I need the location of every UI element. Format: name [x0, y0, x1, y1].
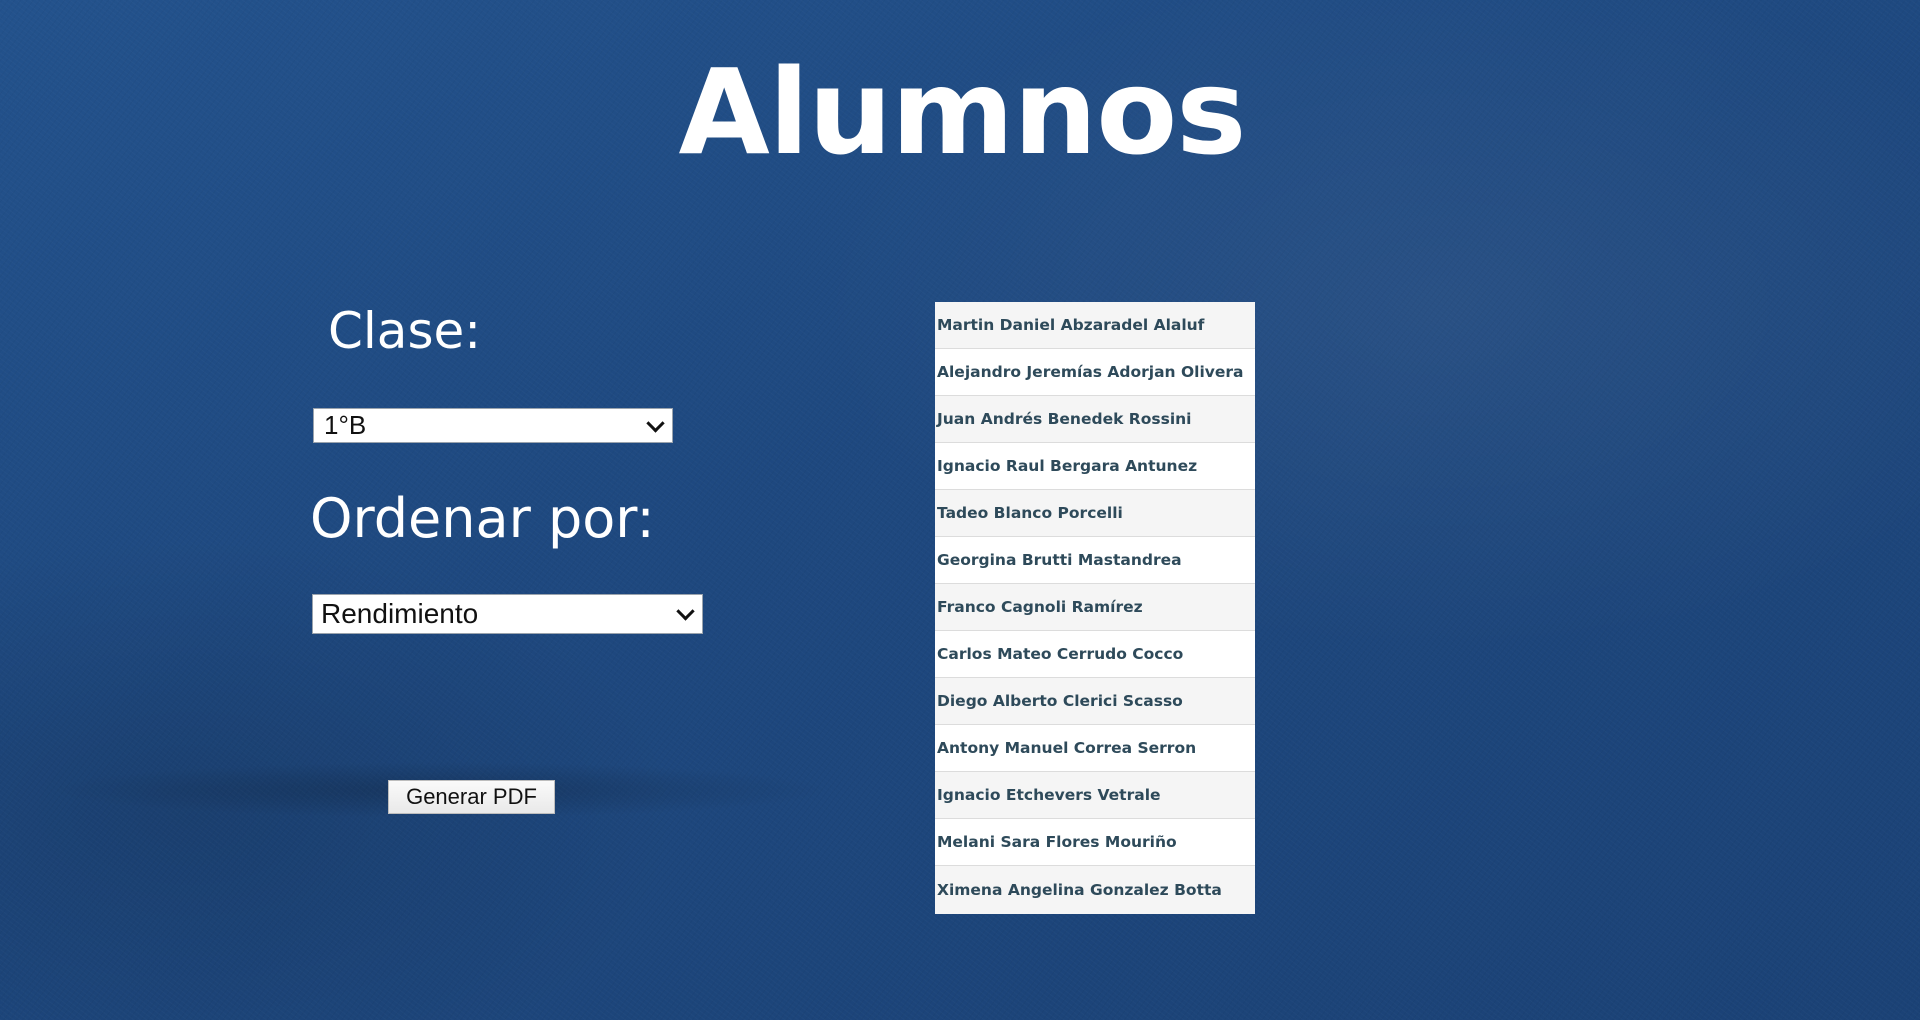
student-item[interactable]: Carlos Mateo Cerrudo Cocco — [935, 631, 1255, 678]
student-list: Martin Daniel Abzaradel Alaluf Alejandro… — [935, 302, 1255, 914]
student-item[interactable]: Ximena Angelina Gonzalez Botta — [935, 866, 1255, 914]
student-item[interactable]: Franco Cagnoli Ramírez — [935, 584, 1255, 631]
student-item[interactable]: Diego Alberto Clerici Scasso — [935, 678, 1255, 725]
page-title-text: Alumnos — [678, 43, 1246, 181]
student-item[interactable]: Juan Andrés Benedek Rossini — [935, 396, 1255, 443]
chevron-down-icon — [676, 602, 695, 621]
student-item[interactable]: Ignacio Etchevers Vetrale — [935, 772, 1255, 819]
ordenar-select-value: Rendimiento — [321, 598, 479, 629]
student-item[interactable]: Georgina Brutti Mastandrea — [935, 537, 1255, 584]
clase-select[interactable]: 1°B — [313, 408, 673, 443]
student-item[interactable]: Ignacio Raul Bergara Antunez — [935, 443, 1255, 490]
chevron-down-icon — [646, 413, 665, 433]
page-title: Alumnos — [0, 42, 1920, 182]
clase-select-value: 1°B — [324, 410, 367, 440]
student-item[interactable]: Alejandro Jeremías Adorjan Olivera — [935, 349, 1255, 396]
student-item[interactable]: Melani Sara Flores Mouriño — [935, 819, 1255, 866]
ordenar-label: Ordenar por: — [310, 487, 655, 550]
student-item[interactable]: Tadeo Blanco Porcelli — [935, 490, 1255, 537]
clase-label: Clase: — [328, 302, 482, 360]
student-item[interactable]: Antony Manuel Correa Serron — [935, 725, 1255, 772]
student-item[interactable]: Martin Daniel Abzaradel Alaluf — [935, 302, 1255, 349]
ordenar-select[interactable]: Rendimiento — [312, 594, 703, 634]
generar-pdf-button[interactable]: Generar PDF — [388, 780, 555, 814]
